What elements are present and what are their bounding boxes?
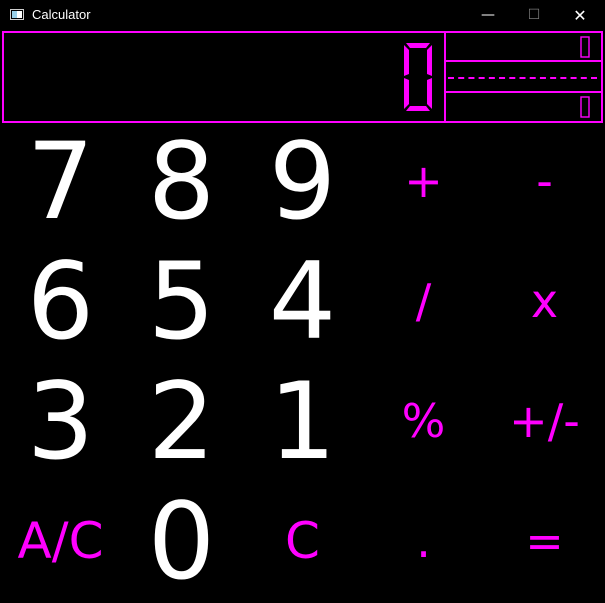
separator-box [444,62,601,93]
calculator-app-icon [10,9,24,20]
decimal-button[interactable]: . [363,481,484,601]
lower-readout-box: 0 [444,93,601,121]
digit-0-button[interactable]: 0 [121,480,242,603]
keypad: 7 8 9 + - 6 5 4 / x 3 2 1 % +/- A/C 0 C … [0,120,605,603]
minimize-button[interactable]: — [465,0,511,30]
calculator-display: 0 0 0 [2,31,603,123]
percent-button[interactable]: % [363,361,484,481]
digit-8-button[interactable]: 8 [121,120,242,243]
main-readout: 0 [404,43,432,111]
window-title: Calculator [32,7,91,22]
maximize-button[interactable]: ☐ [511,0,557,30]
digit-6-button[interactable]: 6 [0,240,121,363]
fraction-divider [448,77,597,79]
add-button[interactable]: + [363,121,484,241]
all-clear-button[interactable]: A/C [0,481,121,601]
clear-button[interactable]: C [242,481,363,601]
digit-4-button[interactable]: 4 [242,240,363,363]
divide-button[interactable]: / [363,241,484,361]
title-bar: Calculator — ☐ ✕ [0,0,605,30]
multiply-button[interactable]: x [484,241,605,361]
digit-2-button[interactable]: 2 [121,360,242,483]
negate-button[interactable]: +/- [484,361,605,481]
digit-9-button[interactable]: 9 [242,120,363,243]
equals-button[interactable]: = [484,481,605,601]
digit-1-button[interactable]: 1 [242,360,363,483]
upper-readout: 0 [580,36,590,58]
memory-panel: 0 0 [444,31,603,123]
upper-readout-box: 0 [444,33,601,62]
lower-readout: 0 [580,96,590,118]
digit-3-button[interactable]: 3 [0,360,121,483]
digit-7-button[interactable]: 7 [0,120,121,243]
main-screen: 0 [2,31,446,123]
close-button[interactable]: ✕ [557,0,603,30]
digit-5-button[interactable]: 5 [121,240,242,363]
subtract-button[interactable]: - [484,121,605,241]
